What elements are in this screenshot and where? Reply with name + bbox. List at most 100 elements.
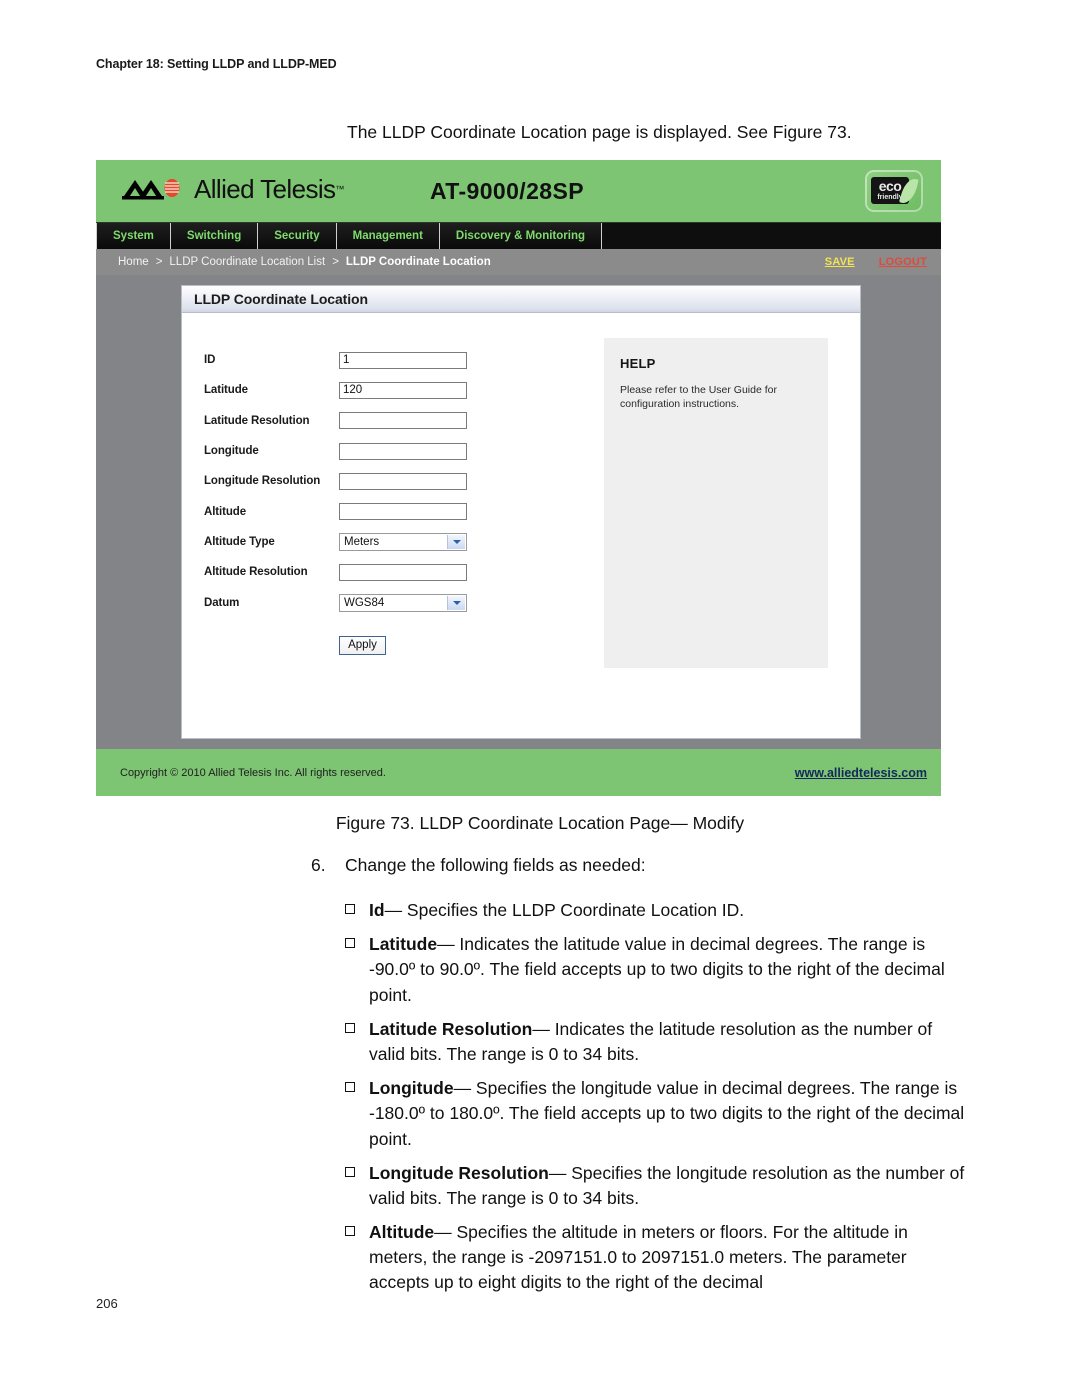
chevron-down-icon[interactable] [447,534,465,549]
help-title: HELP [620,356,656,371]
form-row-id: ID [204,345,604,375]
main-navigation-bar: System Switching Security Management Dis… [96,222,941,249]
nav-tab-system[interactable]: System [96,223,171,249]
ui-work-area: LLDP Coordinate Location ID Latitude Lat… [96,275,941,749]
brand-name: Allied Telesis [194,173,336,204]
breadcrumb-separator: > [332,256,339,268]
apply-button-wrapper: Apply [339,635,604,655]
bullet-term: Altitude [369,1222,435,1243]
device-model-name: AT-9000/28SP [430,178,584,204]
square-bullet-icon [345,1082,355,1093]
bullet-term: Id [369,900,385,920]
label-altitude-resolution: Altitude Resolution [204,566,308,579]
allied-telesis-logo-icon [122,178,188,200]
lldp-coordinate-location-panel: LLDP Coordinate Location ID Latitude Lat… [181,285,861,739]
figure-device-web-ui: Allied Telesis ™ AT-9000/28SP eco friend… [96,160,941,796]
copyright-text: Copyright © 2010 Allied Telesis Inc. All… [120,767,386,779]
coordinate-form: ID Latitude Latitude Resolution Longitud… [204,345,604,655]
breadcrumb: Home > LLDP Coordinate Location List > L… [96,249,941,275]
intro-paragraph: The LLDP Coordinate Location page is dis… [347,122,852,142]
panel-title-label: LLDP Coordinate Location [194,291,368,307]
panel-content: ID Latitude Latitude Resolution Longitud… [182,313,860,738]
bullet-text: Id— Specifies the LLDP Coordinate Locati… [369,898,744,923]
latitude-input[interactable] [339,381,467,399]
form-row-latitude-resolution: Latitude Resolution [204,406,604,436]
ui-banner: Allied Telesis ™ AT-9000/28SP eco friend… [96,160,941,222]
form-row-longitude: Longitude [204,436,604,466]
form-row-altitude-resolution: Altitude Resolution [204,557,604,587]
step-text: Change the following fields as needed: [345,855,646,875]
step-6: 6. Change the following fields as needed… [311,855,646,876]
nav-tab-discovery-monitoring[interactable]: Discovery & Monitoring [439,223,602,249]
form-row-longitude-resolution: Longitude Resolution [204,466,604,496]
breadcrumb-item-list[interactable]: LLDP Coordinate Location List [169,256,325,268]
bullet-text: Longitude Resolution— Specifies the long… [369,1161,965,1211]
help-text: Please refer to the User Guide for confi… [620,384,777,411]
logout-link[interactable]: LOGOUT [879,256,927,268]
bullet-term: Latitude Resolution [369,1018,533,1039]
label-altitude-type: Altitude Type [204,535,275,548]
square-bullet-icon [345,1226,355,1237]
brand-logo: Allied Telesis ™ [122,172,344,206]
list-item: Latitude Resolution— Indicates the latit… [345,1017,965,1067]
apply-button[interactable]: Apply [339,635,386,655]
breadcrumb-item-home[interactable]: Home [118,256,149,268]
help-panel: HELP Please refer to the User Guide for … [604,338,828,668]
bullet-term: Latitude [369,934,438,955]
list-item: Id— Specifies the LLDP Coordinate Locati… [345,898,965,923]
label-altitude: Altitude [204,505,246,518]
panel-title-bar: LLDP Coordinate Location [182,286,860,313]
label-longitude-resolution: Longitude Resolution [204,475,321,488]
label-latitude: Latitude [204,384,248,397]
breadcrumb-current-page: LLDP Coordinate Location [345,256,491,268]
breadcrumb-separator: > [155,256,163,268]
save-link[interactable]: SAVE [825,256,855,268]
form-row-datum: Datum WGS84 [204,587,604,617]
bullet-description: — Specifies the LLDP Coordinate Location… [384,900,745,920]
bullet-text: Latitude Resolution— Indicates the latit… [369,1017,965,1067]
label-longitude: Longitude [204,445,259,458]
datum-selected-value: WGS84 [344,596,385,609]
longitude-resolution-input[interactable] [339,472,467,490]
square-bullet-icon [345,904,355,914]
bullet-text: Longitude— Specifies the longitude value… [369,1076,965,1152]
field-description-list: Id— Specifies the LLDP Coordinate Locati… [345,898,965,1305]
brand-trademark: ™ [335,184,345,194]
page-number: 206 [96,1296,118,1311]
form-row-altitude-type: Altitude Type Meters [204,527,604,557]
label-datum: Datum [204,596,240,609]
step-number: 6. [311,855,326,875]
altitude-input[interactable] [339,503,467,521]
label-latitude-resolution: Latitude Resolution [204,414,310,427]
nav-tab-management[interactable]: Management [336,223,440,249]
latitude-resolution-input[interactable] [339,412,467,430]
website-link[interactable]: www.alliedtelesis.com [795,766,927,780]
id-input[interactable] [339,351,467,369]
form-row-altitude: Altitude [204,496,604,526]
label-id: ID [204,354,216,367]
list-item: Altitude— Specifies the altitude in mete… [345,1220,965,1296]
bullet-text: Altitude— Specifies the altitude in mete… [369,1220,965,1296]
altitude-resolution-input[interactable] [339,563,467,581]
nav-tab-security[interactable]: Security [258,223,337,249]
bullet-text: Latitude— Indicates the latitude value i… [369,932,965,1008]
datum-select[interactable]: WGS84 [339,593,467,612]
square-bullet-icon [345,938,355,949]
square-bullet-icon [345,1166,355,1177]
list-item: Longitude Resolution— Specifies the long… [345,1161,965,1211]
nav-tab-switching[interactable]: Switching [170,223,259,249]
altitude-type-select[interactable]: Meters [339,532,467,551]
list-item: Latitude— Indicates the latitude value i… [345,932,965,1008]
eco-friendly-badge: eco friendly [865,170,923,212]
form-row-latitude: Latitude [204,375,604,405]
bullet-description: — Specifies the longitude value in decim… [369,1078,965,1149]
bullet-description: — Indicates the latitude value in decima… [369,934,945,1005]
ui-footer: Copyright © 2010 Allied Telesis Inc. All… [96,749,941,796]
bullet-description: — Specifies the altitude in meters or fl… [369,1222,908,1293]
longitude-input[interactable] [339,442,467,460]
bullet-term: Longitude [369,1078,454,1099]
square-bullet-icon [345,1022,355,1033]
chevron-down-icon[interactable] [447,595,465,610]
list-item: Longitude— Specifies the longitude value… [345,1076,965,1152]
bullet-term: Longitude Resolution [369,1162,549,1183]
